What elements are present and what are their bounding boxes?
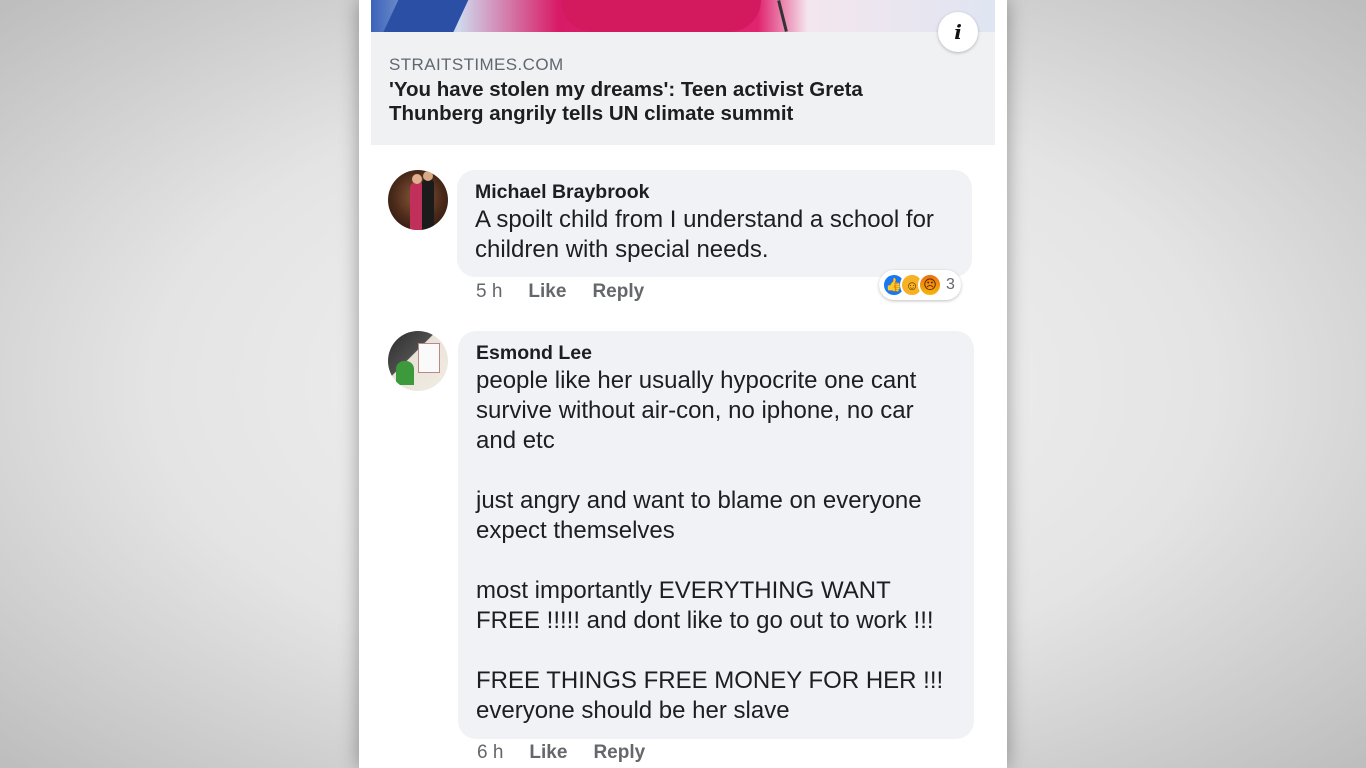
like-button[interactable]: Like xyxy=(529,742,567,764)
comment-bubble: Michael Braybrook A spoilt child from I … xyxy=(457,170,972,277)
preview-flag xyxy=(375,0,473,32)
comment-actions: 5 h Like Reply xyxy=(476,281,644,303)
comment-bubble: Esmond Lee people like her usually hypoc… xyxy=(458,331,974,739)
comment-timestamp[interactable]: 6 h xyxy=(477,742,503,764)
info-icon[interactable]: i xyxy=(938,12,978,52)
link-source: STRAITSTIMES.COM xyxy=(389,55,564,74)
avatar[interactable] xyxy=(388,170,448,230)
link-headline[interactable]: 'You have stolen my dreams': Teen activi… xyxy=(389,78,949,126)
link-preview-card[interactable]: i STRAITSTIMES.COM 'You have stolen my d… xyxy=(371,0,995,145)
like-button[interactable]: Like xyxy=(528,281,566,303)
reply-button[interactable]: Reply xyxy=(592,281,644,303)
angry-icon: ☹ xyxy=(918,273,942,297)
comment-text: people like her usually hypocrite one ca… xyxy=(476,367,944,724)
comment-actions: 6 h Like Reply xyxy=(477,742,645,764)
facebook-post-screen: i STRAITSTIMES.COM 'You have stolen my d… xyxy=(359,0,1007,768)
comment-text: A spoilt child from I understand a schoo… xyxy=(475,206,934,263)
comment-author[interactable]: Esmond Lee xyxy=(476,341,956,365)
reply-button[interactable]: Reply xyxy=(593,742,645,764)
comment-author[interactable]: Michael Braybrook xyxy=(475,180,954,204)
preview-figure xyxy=(561,0,761,32)
avatar[interactable] xyxy=(388,331,448,391)
comment-timestamp[interactable]: 5 h xyxy=(476,281,502,303)
preview-microphone xyxy=(777,0,788,32)
reaction-summary[interactable]: 👍 ☺ ☹ 3 xyxy=(879,270,961,300)
preview-image[interactable] xyxy=(371,0,995,32)
reaction-count: 3 xyxy=(946,276,955,293)
